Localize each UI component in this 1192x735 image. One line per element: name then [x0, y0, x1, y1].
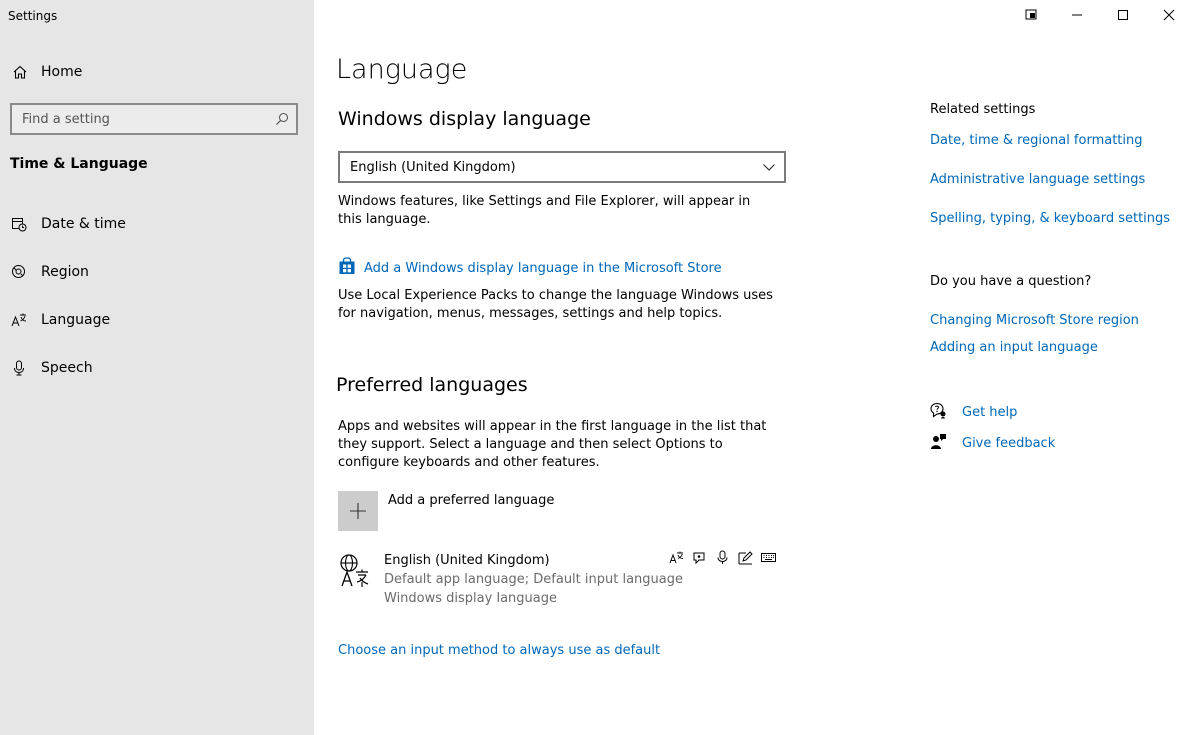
- related-link-date-time-format[interactable]: Date, time & regional formatting: [930, 133, 1143, 148]
- search-input[interactable]: [12, 105, 268, 133]
- store-icon: [338, 257, 356, 279]
- globe-region-icon: [11, 264, 27, 280]
- preferred-languages-description: Apps and websites will appear in the fir…: [338, 419, 767, 470]
- language-detail-1: Default app language; Default input lang…: [384, 572, 683, 587]
- question-link-input-language[interactable]: Adding an input language: [930, 340, 1098, 355]
- sidebar-item-date-time[interactable]: Date & time: [0, 204, 314, 244]
- store-description: Use Local Experience Packs to change the…: [338, 288, 773, 321]
- chevron-down-icon: [763, 164, 775, 171]
- display-language-value: English (United Kingdom): [350, 159, 516, 175]
- home-icon: [12, 64, 28, 80]
- sidebar-item-label: Speech: [41, 360, 93, 376]
- add-preferred-language-label: Add a preferred language: [388, 493, 555, 508]
- nav-home[interactable]: Home: [0, 56, 314, 88]
- page-title: Language: [336, 54, 468, 85]
- choose-input-method-link[interactable]: Choose an input method to always use as …: [338, 643, 660, 658]
- related-link-admin-language[interactable]: Administrative language settings: [930, 172, 1145, 187]
- give-feedback-icon: [930, 433, 947, 454]
- nav-home-label: Home: [41, 64, 83, 80]
- get-help-row[interactable]: Get help: [930, 402, 1017, 423]
- text-to-speech-icon: [692, 550, 707, 565]
- microphone-icon: [11, 360, 27, 376]
- display-language-description: Windows features, like Settings and File…: [338, 194, 751, 227]
- speech-recognition-icon: [715, 550, 730, 565]
- add-display-language-store-link[interactable]: Add a Windows display language in the Mi…: [364, 261, 722, 276]
- handwriting-icon: [738, 550, 753, 565]
- search-box[interactable]: [10, 103, 298, 135]
- get-help-icon: [930, 402, 947, 423]
- give-feedback-row[interactable]: Give feedback: [930, 433, 1055, 454]
- language-name: English (United Kingdom): [384, 553, 550, 568]
- get-help-link[interactable]: Get help: [962, 405, 1017, 420]
- language-icon: [11, 312, 27, 328]
- store-link-row[interactable]: Add a Windows display language in the Mi…: [338, 257, 722, 279]
- sidebar-item-label: Language: [41, 312, 111, 328]
- app-title: Settings: [8, 9, 58, 23]
- display-language-feature-icon: [669, 550, 684, 565]
- display-language-dropdown[interactable]: English (United Kingdom): [338, 151, 786, 183]
- give-feedback-link[interactable]: Give feedback: [962, 436, 1055, 451]
- question-heading: Do you have a question?: [930, 274, 1092, 289]
- language-pack-icon: [338, 552, 378, 592]
- question-link-store-region[interactable]: Changing Microsoft Store region: [930, 313, 1139, 328]
- language-feature-icons: [669, 550, 776, 565]
- calendar-clock-icon: [11, 216, 27, 232]
- preferred-languages-heading: Preferred languages: [336, 374, 528, 396]
- sidebar-item-language[interactable]: Language: [0, 300, 314, 340]
- sidebar-item-label: Date & time: [41, 216, 126, 232]
- display-language-heading: Windows display language: [338, 108, 591, 130]
- related-link-spelling-typing[interactable]: Spelling, typing, & keyboard settings: [930, 211, 1170, 226]
- sidebar-item-speech[interactable]: Speech: [0, 348, 314, 388]
- sidebar: Settings Home Time & Language Date & tim…: [0, 0, 314, 735]
- search-icon[interactable]: [268, 112, 296, 126]
- add-preferred-language-button[interactable]: Add a preferred language: [338, 491, 554, 531]
- related-settings-heading: Related settings: [930, 102, 1036, 117]
- sidebar-item-region[interactable]: Region: [0, 252, 314, 292]
- main-content: Language Windows display language Englis…: [314, 0, 894, 735]
- add-icon: [338, 491, 378, 531]
- language-detail-2: Windows display language: [384, 591, 557, 606]
- related-settings-panel: Related settings Date, time & regional f…: [930, 0, 1192, 735]
- sidebar-item-label: Region: [41, 264, 89, 280]
- sidebar-section-title: Time & Language: [10, 156, 148, 172]
- keyboard-icon: [761, 550, 776, 565]
